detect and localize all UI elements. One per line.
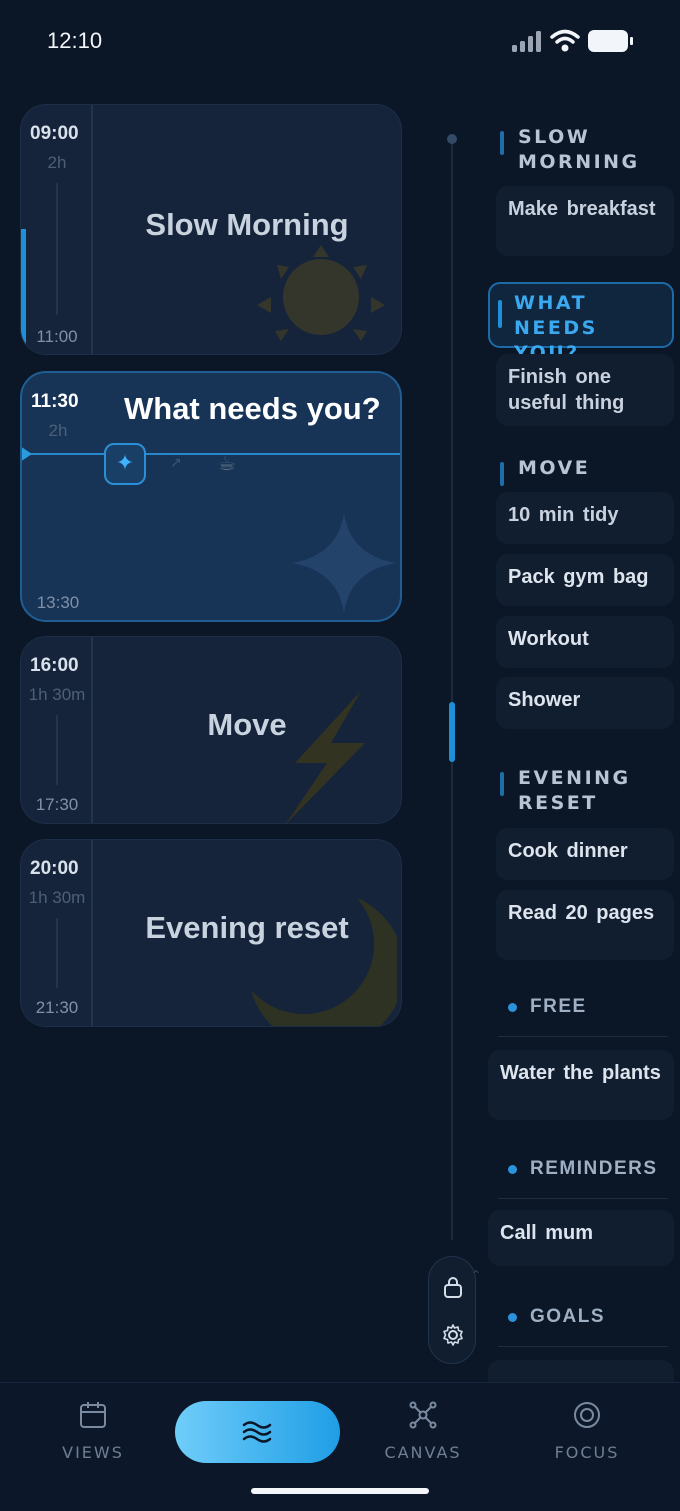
task-item[interactable]: Make breakfast [496,186,674,256]
canvas-icon [409,1401,437,1429]
status-bar: 12:10 [0,0,680,84]
scroll-thumb[interactable] [449,702,455,762]
timeline-block-slow-morning[interactable]: 09:00 2h 11:00 Slow Morning [20,104,402,355]
lock-icon[interactable] [441,1275,465,1299]
block-duration: 2h [47,153,67,172]
block-start-time: 16:00 [30,655,79,676]
task-item[interactable]: Call mum [488,1210,674,1266]
nav-label: CANVAS [384,1443,462,1462]
task-item[interactable]: Workout [496,616,674,668]
waves-icon [242,1421,272,1443]
home-indicator[interactable] [251,1488,429,1494]
chevron-up-icon[interactable]: ⌃ [470,1268,482,1284]
section-header-slow-morning[interactable]: SLOW MORNING [500,125,640,175]
sparkle-icon [292,513,396,613]
task-item[interactable]: Water the plants [488,1050,674,1120]
block-start-time: 09:00 [30,123,79,144]
block-duration: 2h [48,421,68,440]
block-start-time: 11:30 [31,391,79,412]
calendar-icon [80,1402,106,1428]
wifi-icon [550,29,580,52]
block-start-time: 20:00 [30,858,79,879]
block-end-time: 17:30 [35,795,79,814]
block-title: Move [207,707,287,742]
task-item[interactable]: Pack gym bag [496,554,674,606]
coffee-icon[interactable]: ☕ [218,451,236,475]
sparkle-chip-button[interactable]: ✦ [104,443,146,485]
task-item[interactable]: Shower [496,677,674,729]
current-time-marker [22,446,32,462]
current-time-line [22,453,400,455]
task-item[interactable]: Read 20 pages [496,890,674,960]
nav-label: VIEWS [62,1443,124,1462]
timeline-block-what-needs-you[interactable]: 11:30 2h What needs you? ✦ ↗ ☕ 13:30 [20,371,402,622]
block-end-time: 11:00 [36,327,78,346]
tools-pill [428,1256,476,1364]
signal-icon [512,31,541,52]
timeline-scroll-track[interactable] [451,140,453,1240]
block-title: Slow Morning [145,207,349,242]
block-duration: 1h 30m [28,888,86,907]
focus-icon [574,1402,600,1428]
status-time: 12:10 [47,28,103,53]
timeline-block-evening-reset[interactable]: 20:00 1h 30m 21:30 Evening reset [20,839,402,1027]
nav-timeline-button[interactable] [175,1401,340,1463]
block-duration: 1h 30m [28,685,86,704]
section-header-move[interactable]: MOVE [500,456,590,486]
category-header-free[interactable]: FREE [508,996,587,1018]
category-header-reminders[interactable]: REMINDERS [508,1158,658,1180]
scroll-track-top-dot [447,134,457,144]
timeline-block-move[interactable]: 16:00 1h 30m 17:30 Move [20,636,402,824]
section-header-evening-reset[interactable]: EVENING RESET [500,766,631,816]
block-title: Evening reset [145,910,349,945]
task-item[interactable]: Finish one useful thing [496,354,674,426]
gear-icon[interactable] [441,1323,465,1347]
nav-label: FOCUS [554,1443,620,1462]
category-header-goals[interactable]: GOALS [508,1306,605,1328]
sun-icon [257,245,385,341]
block-end-time: 21:30 [35,998,79,1017]
battery-icon [588,30,633,52]
section-header-what-needs-you[interactable]: WHAT NEEDS YOU? [488,282,674,364]
block-end-time: 13:30 [36,593,80,612]
task-item[interactable]: Cook dinner [496,828,674,880]
arrow-icon[interactable]: ↗ [170,455,182,471]
task-item[interactable]: 10 min tidy [496,492,674,544]
block-title: What needs you? [124,391,381,426]
